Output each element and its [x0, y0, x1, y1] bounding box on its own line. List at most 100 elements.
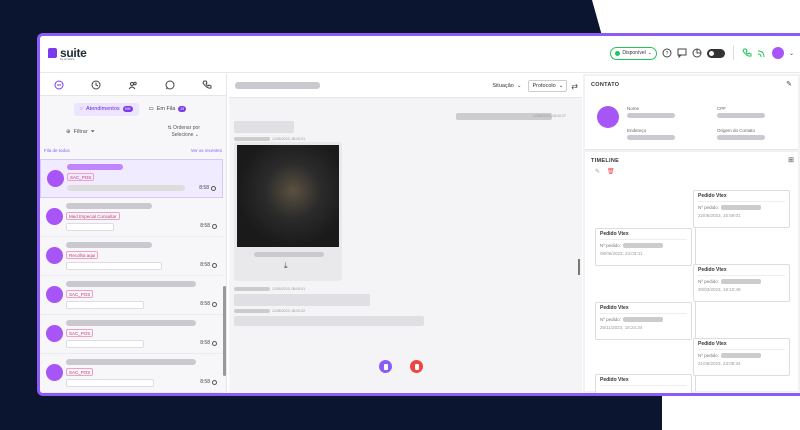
whatsapp-icon[interactable]	[165, 80, 175, 90]
message-time: 8:58	[200, 340, 217, 346]
message-preview	[66, 379, 154, 387]
queue-tag: SAC_POS	[66, 290, 94, 298]
timeline-card[interactable]: Pedido Vtex Nº pedido: 30/03/2023, 18:10…	[693, 264, 790, 302]
list-item[interactable]: SAC_POS 8:58	[40, 315, 223, 354]
signal-icon[interactable]	[757, 48, 767, 58]
phone-icon[interactable]	[742, 48, 752, 58]
list-item[interactable]: SAC_POS 8:58	[40, 276, 223, 315]
phone-icon	[414, 363, 419, 370]
filter-label: Filtrar	[73, 129, 88, 135]
edit-icon[interactable]: ✎	[595, 168, 600, 175]
avatar	[46, 286, 63, 303]
field-value	[717, 113, 765, 118]
tab-atendimentos[interactable]: ◌ Atendimentos 999	[73, 102, 139, 116]
field-value	[627, 135, 675, 140]
nav-icons	[40, 74, 226, 96]
timeline-card[interactable]: Pedido Vtex	[595, 374, 692, 393]
timeline-card[interactable]: Pedido Vtex Nº pedido: 26/11/2023, 18:24…	[595, 302, 692, 340]
sender-name	[234, 137, 270, 141]
pie-chart-icon[interactable]	[692, 48, 702, 58]
message-time: 8:58	[200, 223, 217, 229]
list-item[interactable]: Med Especial Consultar 8:58	[40, 198, 223, 237]
details-pane: CONTATO ✎ Nome CPF Endereço Origem do Co…	[583, 74, 800, 393]
queue-tag: SAC_POS	[66, 368, 94, 376]
timeline-card[interactable]: Pedido Vtex Nº pedido: 08/06/2023, 23:03…	[595, 228, 692, 266]
clock-icon	[212, 340, 217, 346]
swap-icon[interactable]: ⇄	[571, 82, 578, 91]
card-date: 22/06/2023, 15:59:01	[698, 213, 741, 218]
field-label: Nome	[627, 106, 640, 111]
field-value	[622, 243, 663, 248]
chevron-down-icon[interactable]: ⌄	[789, 50, 794, 57]
file-name	[254, 252, 324, 257]
tab-label: Em Fila	[156, 106, 176, 112]
card-date: 26/11/2023, 18:24:34	[600, 325, 643, 330]
message-bubble	[234, 294, 370, 306]
card-date: 30/03/2023, 18:10:49	[698, 287, 741, 292]
section-title: CONTATO	[591, 82, 620, 88]
help-icon[interactable]: ?	[662, 48, 672, 58]
agent-action-button[interactable]	[379, 360, 392, 373]
card-title: Pedido Vtex	[698, 267, 785, 276]
status-dropdown[interactable]: Disponível ⌄	[610, 46, 657, 60]
avatar	[46, 247, 63, 264]
chat-pane: Situação ⌄ Protocolo ⌄ ⇄ 12/05/2023, 08:00…	[229, 74, 582, 393]
phone-icon[interactable]	[202, 80, 212, 90]
chat-icon[interactable]	[54, 80, 64, 90]
queue-tag: Recolha aqui	[66, 251, 99, 259]
count-badge: 29	[178, 106, 187, 112]
clock-icon	[212, 379, 217, 385]
message-preview	[66, 301, 144, 309]
list-item[interactable]: Recolha aqui 8:58	[40, 237, 223, 276]
card-title: Pedido Vtex	[600, 377, 687, 386]
card-title: Pedido Vtex	[698, 341, 785, 350]
scrollbar[interactable]	[223, 286, 226, 376]
message-time: 8:58	[199, 185, 216, 191]
queue-tag: Med Especial Consultar	[66, 212, 120, 220]
card-title: Pedido Vtex	[698, 193, 785, 202]
order-select[interactable]: ⇅ Ordenar por Selecione ⌄	[167, 125, 200, 139]
add-comment-icon[interactable]: ⊞	[788, 156, 794, 164]
situacao-select[interactable]: Situação ⌄	[489, 80, 524, 92]
timestamp: 12/05/2023, 08:00:27	[532, 114, 566, 118]
field-label: Endereço	[627, 128, 647, 133]
recent-link[interactable]: Ver os recentes	[191, 148, 222, 153]
list-item[interactable]: SAC_POS 8:58	[40, 159, 223, 198]
field-value	[720, 353, 761, 358]
contact-avatar	[597, 106, 619, 128]
queue-icon: ▭	[148, 106, 154, 112]
tab-em-fila[interactable]: ▭ Em Fila 29	[143, 103, 193, 116]
scrollbar[interactable]	[578, 259, 580, 275]
timeline-card[interactable]: Pedido Vtex Nº pedido: 21/06/2023, 23:08…	[693, 338, 790, 376]
timestamp: 12/05/2023, 08:00:01	[272, 137, 306, 141]
field-value	[720, 279, 761, 284]
field-label: Nº pedido:	[698, 279, 719, 284]
filter-button[interactable]: ⊕ Filtrar ⏷	[66, 129, 95, 136]
message-icon[interactable]	[677, 48, 687, 58]
clock-icon[interactable]	[91, 80, 101, 90]
end-call-button[interactable]	[410, 360, 423, 373]
avatar	[46, 325, 63, 342]
theme-toggle[interactable]	[706, 48, 725, 58]
edit-icon[interactable]: ✎	[786, 80, 792, 88]
list-item[interactable]: SAC_POS 8:58	[40, 354, 223, 393]
clock-icon	[211, 185, 216, 191]
users-icon[interactable]	[128, 80, 138, 90]
card-date: 08/06/2023, 23:03:41	[600, 251, 643, 256]
trash-icon[interactable]: 🗑	[607, 168, 615, 175]
message-bubble	[234, 316, 424, 326]
image-message[interactable]: ⤓	[234, 142, 342, 281]
protocolo-select[interactable]: Protocolo ⌄	[528, 80, 568, 92]
timeline-section: TIMELINE ⊞ ✎ 🗑 Pedido Vtex Nº pedido: 22…	[585, 152, 798, 393]
timeline-card[interactable]: Pedido Vtex Nº pedido: 22/06/2023, 15:59…	[693, 190, 790, 228]
contact-name	[66, 320, 196, 326]
chevron-down-icon: ⌄	[647, 50, 652, 56]
section-title: TIMELINE	[591, 158, 620, 164]
queue-filter-link[interactable]: Fila de todos	[44, 148, 70, 153]
chevron-down-icon: ⌄	[516, 83, 522, 89]
logo: suite by smarkio	[48, 47, 87, 61]
download-icon[interactable]: ⤓	[284, 261, 288, 271]
user-avatar[interactable]	[771, 47, 784, 59]
contact-name	[66, 203, 152, 209]
contact-name	[67, 164, 123, 170]
